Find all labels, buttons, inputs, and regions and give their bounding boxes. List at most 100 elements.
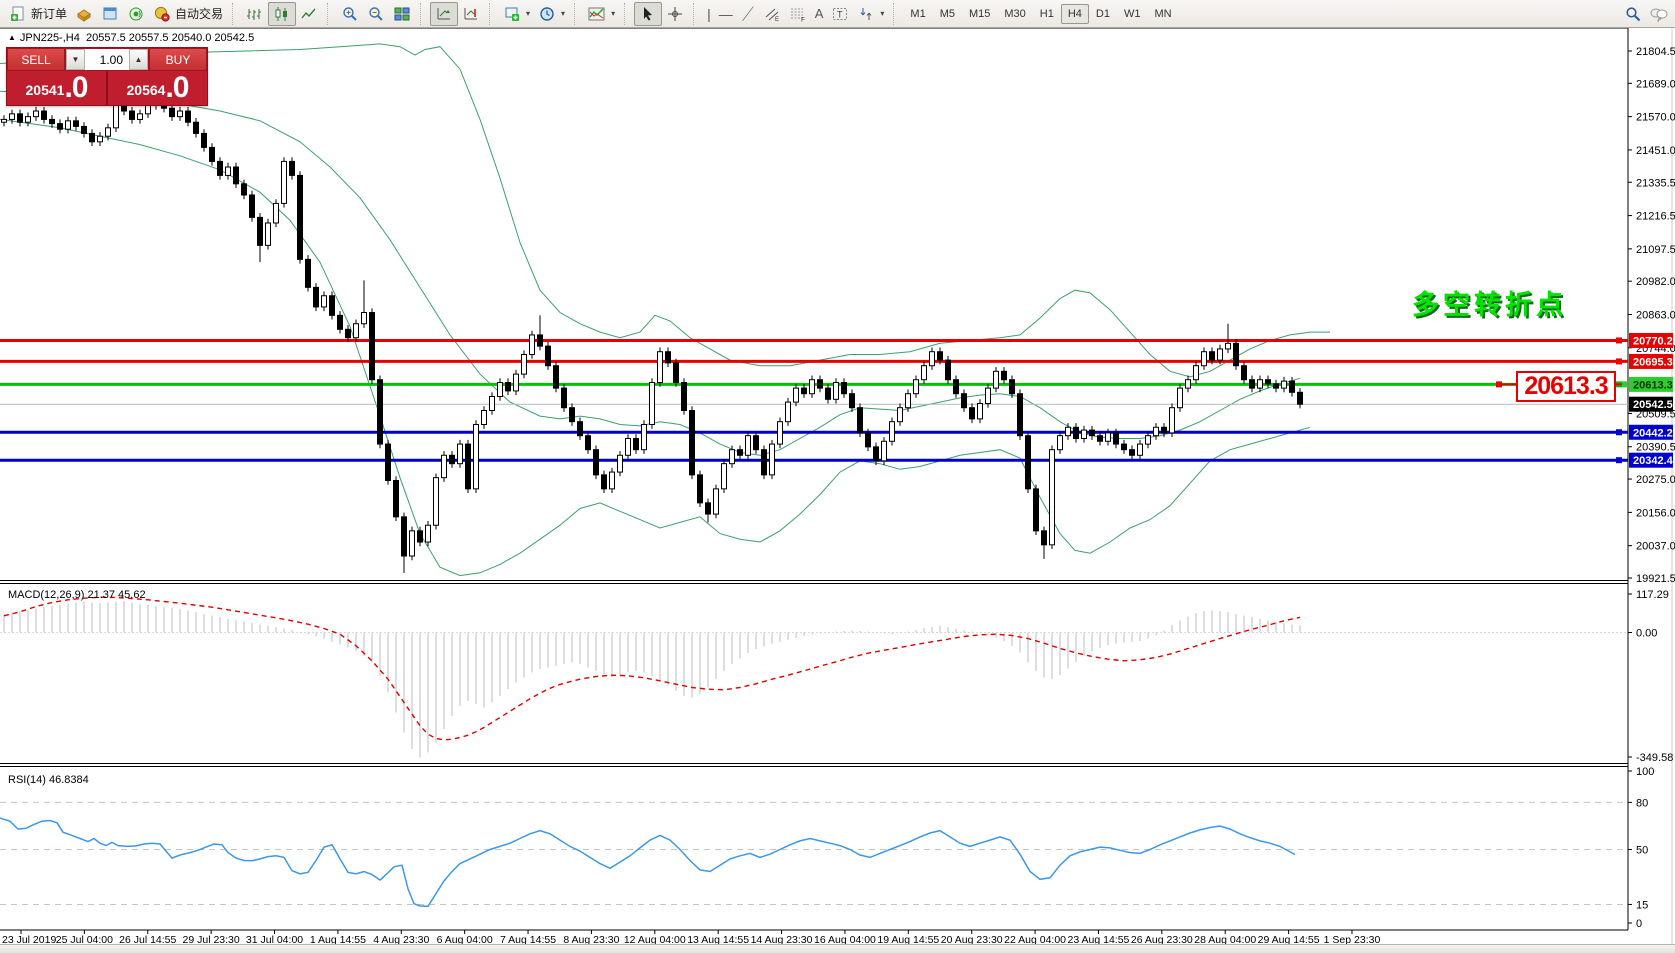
candle-body (498, 383, 503, 397)
candle-body (506, 383, 511, 391)
sell-price[interactable]: 20541.0 (7, 71, 108, 105)
text-tool-button[interactable]: A (811, 2, 828, 26)
candle-body (362, 313, 367, 324)
layers-button[interactable] (71, 2, 97, 26)
volume-down-button[interactable]: ▼ (66, 49, 85, 70)
timeframe-h4[interactable]: H4 (1061, 4, 1089, 24)
indicator-labels: MACD(12,26,9) 21.37 45.62RSI(14) 46.8384 (8, 589, 146, 786)
bar-chart-button[interactable] (242, 2, 268, 26)
cursor-tool-button[interactable] (634, 2, 662, 26)
autotrade-button[interactable]: 自动交易 (149, 2, 227, 26)
vline-tool-button[interactable]: | (703, 2, 715, 26)
line-chart-button[interactable] (296, 2, 322, 26)
candle-body (778, 422, 783, 444)
candle-body (618, 455, 623, 472)
svg-text:20037.0: 20037.0 (1636, 541, 1675, 553)
svg-text:20542.5: 20542.5 (1633, 399, 1673, 411)
svg-text:E: E (775, 17, 779, 22)
candle-body (1042, 531, 1047, 545)
candle-body (1082, 430, 1087, 438)
label-tool-button[interactable]: T (827, 2, 853, 26)
svg-text:20442.2: 20442.2 (1633, 427, 1673, 439)
candlestick-chart-icon (273, 5, 291, 23)
timeframe-m5[interactable]: M5 (933, 4, 962, 24)
timeframe-m30[interactable]: M30 (997, 4, 1032, 24)
trendline-tool-button[interactable]: ／ (737, 2, 759, 26)
candle-body (1018, 394, 1023, 436)
tile-windows-button[interactable] (389, 2, 415, 26)
signals-button[interactable] (123, 2, 149, 26)
bar-chart-icon (246, 5, 264, 23)
candle-body (66, 121, 71, 129)
candle-body (954, 380, 959, 394)
candle-body (490, 397, 495, 411)
bull-bear-turning-point-annotation[interactable]: 多空转折点 (1412, 283, 1592, 322)
market-watch-button[interactable] (97, 2, 123, 26)
volume-input[interactable]: 1.00 (85, 49, 129, 70)
candle-body (170, 108, 175, 116)
crosshair-tool-button[interactable] (662, 2, 688, 26)
buy-button[interactable]: BUY (149, 48, 207, 71)
candle-body (466, 444, 471, 489)
new-order-button[interactable]: 新订单 (5, 2, 71, 26)
chevron-down-icon[interactable]: ▾ (561, 9, 565, 18)
candle-body (874, 447, 879, 461)
buy-price[interactable]: 20564.0 (108, 71, 207, 105)
chart-shift-button[interactable] (458, 2, 484, 26)
timeframe-m1[interactable]: M1 (903, 4, 932, 24)
sell-button[interactable]: SELL (7, 48, 65, 71)
chat-button[interactable] (1646, 2, 1672, 26)
timeframe-mn[interactable]: MN (1147, 4, 1178, 24)
search-button[interactable] (1620, 2, 1646, 26)
price-level-label[interactable]: 20613.3 (1516, 371, 1616, 402)
chevron-down-icon[interactable]: ▾ (880, 9, 884, 18)
hline-tool-button[interactable]: — (715, 2, 737, 26)
candle-body (1170, 408, 1175, 433)
timeframe-group: M1M5M15M30H1H4D1W1MN (900, 1, 1181, 27)
chevron-down-icon[interactable]: ▾ (526, 9, 530, 18)
candle-body (746, 436, 751, 456)
zoom-in-button[interactable] (337, 2, 363, 26)
autotrade-label: 自动交易 (175, 5, 223, 22)
candle-body (554, 366, 559, 388)
timeframe-m15[interactable]: M15 (962, 4, 997, 24)
candle-body (842, 383, 847, 394)
candlestick-chart-button[interactable] (268, 2, 296, 26)
candle-body (1154, 427, 1159, 435)
candle-body (1130, 450, 1135, 456)
candle-body (914, 380, 919, 394)
chart-shift-icon (462, 5, 480, 23)
candle-body (258, 217, 263, 245)
horizontal-lines[interactable] (0, 337, 1628, 463)
svg-text:0: 0 (1636, 918, 1642, 930)
candle-body (1258, 380, 1263, 388)
fibonacci-tool-button[interactable]: F (785, 2, 811, 26)
chevron-down-icon[interactable]: ▾ (611, 9, 615, 18)
price-axis[interactable]: 21804.521689.021570.021451.021335.521216… (1628, 46, 1675, 930)
buy-price-main: 20564 (127, 77, 166, 103)
candle-body (434, 478, 439, 526)
sell-price-main: 20541 (26, 77, 65, 103)
rsi-label: RSI(14) 46.8384 (8, 774, 89, 786)
candle-body (890, 422, 895, 442)
candle-body (722, 464, 727, 489)
timeframe-w1[interactable]: W1 (1117, 4, 1148, 24)
svg-text:21216.5: 21216.5 (1636, 211, 1675, 223)
profiles-button[interactable]: ▾ (534, 2, 569, 26)
candle-body (330, 296, 335, 316)
candle-body (82, 126, 87, 133)
timeframe-h1[interactable]: H1 (1033, 4, 1061, 24)
candle-body (578, 422, 583, 436)
channel-tool-button[interactable]: E (759, 2, 785, 26)
candle-body (1218, 349, 1223, 360)
chart-canvas[interactable]: 21804.521689.021570.021451.021335.521216… (0, 0, 1675, 953)
autoscroll-button[interactable] (430, 2, 458, 26)
zoom-out-button[interactable] (363, 2, 389, 26)
indicators-button[interactable]: ▾ (584, 2, 619, 26)
timeframe-d1[interactable]: D1 (1089, 4, 1117, 24)
new-chart-button[interactable]: ▾ (499, 2, 534, 26)
crosshair-icon (666, 5, 684, 23)
volume-up-button[interactable]: ▲ (129, 49, 148, 70)
arrows-tool-button[interactable]: ▾ (853, 2, 888, 26)
candle-body (1242, 366, 1247, 380)
